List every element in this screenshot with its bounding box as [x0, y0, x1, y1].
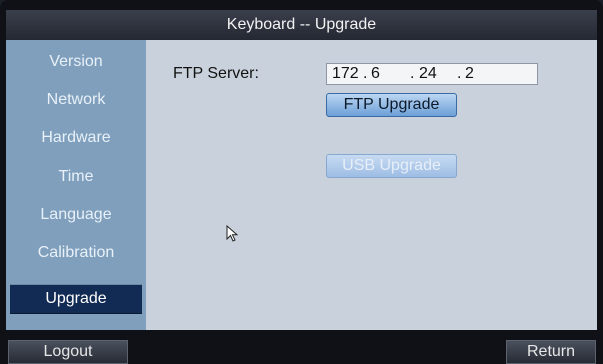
ip-segment-4[interactable]: 2	[465, 65, 474, 83]
return-button[interactable]: Return	[506, 340, 596, 364]
sidebar-item-language[interactable]: Language	[10, 201, 142, 229]
ip-dot: .	[457, 65, 462, 82]
sidebar-item-label: Version	[49, 53, 103, 70]
sidebar-item-upgrade[interactable]: Upgrade	[10, 284, 142, 314]
usb-upgrade-label: USB Upgrade	[342, 157, 441, 174]
ip-dot: .	[363, 65, 368, 82]
app-window: Keyboard -- Upgrade Version Network Hard…	[0, 0, 603, 364]
sidebar-item-time[interactable]: Time	[10, 163, 142, 191]
sidebar-item-label: Network	[46, 91, 106, 108]
ftp-server-ip-field[interactable]: 172 . 6 . 24 . 2	[326, 63, 538, 85]
sidebar-item-label: Calibration	[37, 244, 115, 261]
sidebar-item-version[interactable]: Version	[10, 48, 142, 76]
ip-segment-2[interactable]: 6	[371, 65, 380, 83]
sidebar-item-calibration[interactable]: Calibration	[10, 239, 142, 267]
sidebar-item-network[interactable]: Network	[10, 86, 142, 114]
upgrade-panel: FTP Server: 172 . 6 . 24 . 2 FTP Upgrade…	[146, 40, 597, 330]
ftp-upgrade-button[interactable]: FTP Upgrade	[326, 93, 457, 117]
sidebar: Version Network Hardware Time Language C…	[6, 40, 146, 330]
ip-segment-1[interactable]: 172	[332, 65, 359, 83]
sidebar-item-label: Upgrade	[45, 290, 107, 307]
ftp-server-label: FTP Server:	[173, 65, 259, 82]
sidebar-item-label: Hardware	[41, 129, 111, 146]
return-label: Return	[526, 343, 576, 360]
window-title-text: Keyboard -- Upgrade	[226, 16, 377, 33]
mouse-pointer-icon	[226, 225, 239, 242]
ip-segment-3[interactable]: 24	[419, 65, 437, 83]
sidebar-item-label: Language	[40, 206, 112, 223]
logout-button[interactable]: Logout	[8, 340, 128, 364]
sidebar-item-hardware[interactable]: Hardware	[10, 124, 142, 152]
ip-dot: .	[410, 65, 415, 82]
logout-label: Logout	[43, 343, 93, 360]
footer-bar: Logout Return	[0, 330, 603, 364]
ftp-upgrade-label: FTP Upgrade	[343, 96, 440, 113]
window-title: Keyboard -- Upgrade	[6, 10, 597, 41]
usb-upgrade-button: USB Upgrade	[326, 154, 457, 178]
sidebar-item-label: Time	[58, 168, 94, 185]
